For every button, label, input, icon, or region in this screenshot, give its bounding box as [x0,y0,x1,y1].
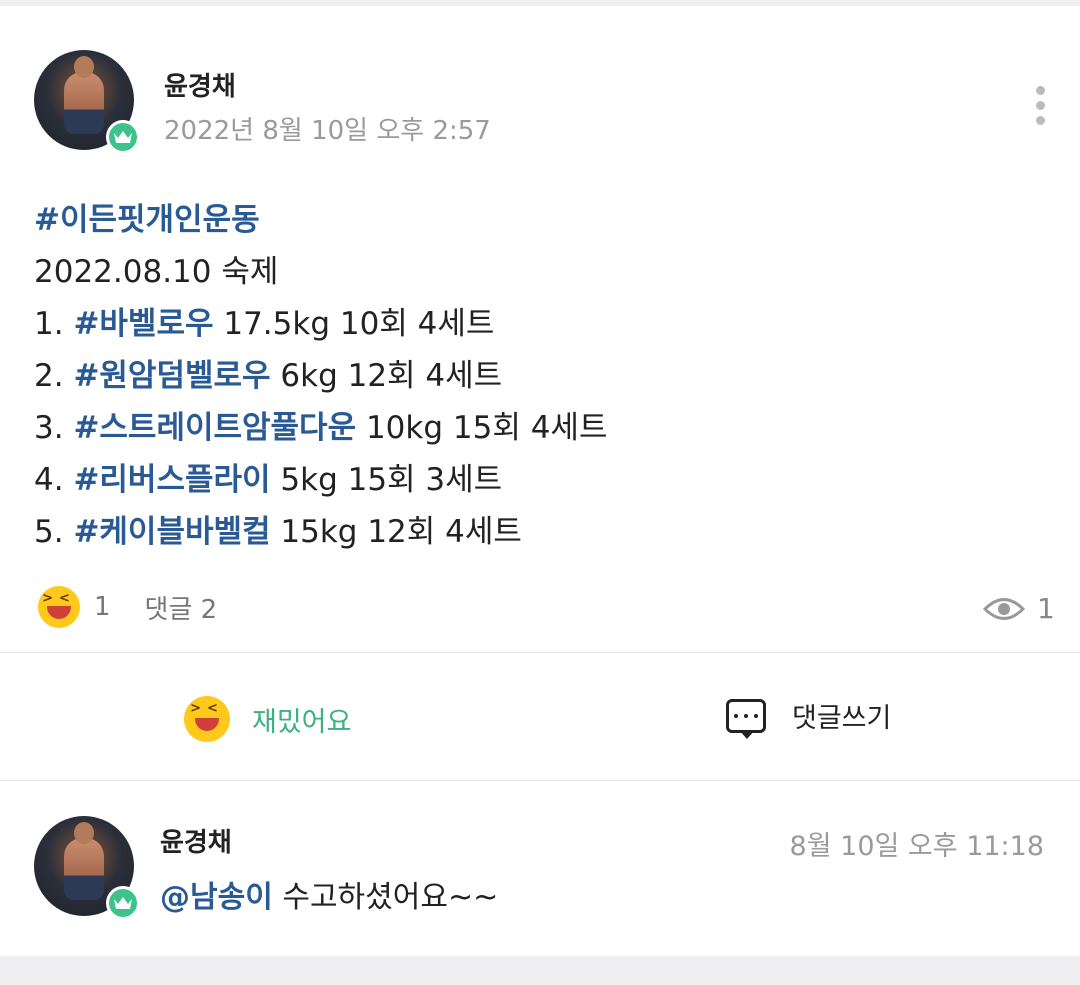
like-button[interactable]: >< 재밌어요 [184,696,351,742]
comment-text: @남송이 수고하셨어요~~ [160,880,499,915]
post-subtitle: 2022.08.10 숙제 [34,254,279,290]
comment-date: 8월 10일 오후 11:18 [789,831,1044,862]
write-comment-label: 댓글쓰기 [792,703,892,734]
view-count: 1 [1037,592,1055,625]
hashtag-link[interactable]: #바벨로우 [73,306,213,342]
list-item: 1. #바벨로우 17.5kg 10회 4세트 [34,306,495,342]
list-item: 3. #스트레이트암풀다운 10kg 15회 4세트 [34,410,608,446]
avatar-figure [64,838,104,900]
list-item: 5. #케이블바벨컬 15kg 12회 4세트 [34,514,522,550]
laughing-emoji-icon[interactable]: >< [38,586,80,628]
hashtag-link[interactable]: #케이블바벨컬 [73,514,270,550]
write-comment-button[interactable]: 댓글쓰기 [726,696,892,739]
commenter-avatar[interactable] [34,816,140,920]
post-date: 2022년 8월 10일 오후 2:57 [164,116,491,146]
post-author-name[interactable]: 윤경채 [164,66,236,103]
avatar-head [74,822,94,844]
eye-icon [983,597,1025,620]
comment-count[interactable]: 댓글 2 [145,589,218,626]
avatar-figure [64,72,104,134]
divider [0,652,1080,653]
like-button-label: 재밌어요 [252,706,352,738]
hashtag-link[interactable]: #원암덤벨로우 [73,358,270,394]
divider [0,780,1080,781]
view-stat: 1 [983,592,1055,625]
comment-author-name[interactable]: 윤경채 [160,822,232,859]
laughing-emoji-icon: >< [184,696,230,742]
more-vertical-icon[interactable] [1034,86,1046,132]
mention-link[interactable]: @남송이 [160,880,273,915]
hashtag-link[interactable]: #스트레이트암풀다운 [73,410,356,446]
post-card: 윤경채 2022년 8월 10일 오후 2:57 #이든핏개인운동 2022.0… [0,6,1080,956]
avatar-head [74,56,94,78]
crown-icon [106,120,140,154]
post-hashtag-title[interactable]: #이든핏개인운동 [34,194,607,246]
crown-icon [106,886,140,920]
post-stats: >< 1 댓글 2 [38,586,217,628]
speech-bubble-icon [726,698,766,739]
list-item: 2. #원암덤벨로우 6kg 12회 4세트 [34,358,503,394]
hashtag-link[interactable]: #리버스플라이 [73,462,270,498]
reaction-count[interactable]: 1 [94,592,111,622]
author-avatar[interactable] [34,50,140,154]
list-item: 4. #리버스플라이 5kg 15회 3세트 [34,462,503,498]
post-body: #이든핏개인운동 2022.08.10 숙제 1. #바벨로우 17.5kg 1… [34,194,607,558]
